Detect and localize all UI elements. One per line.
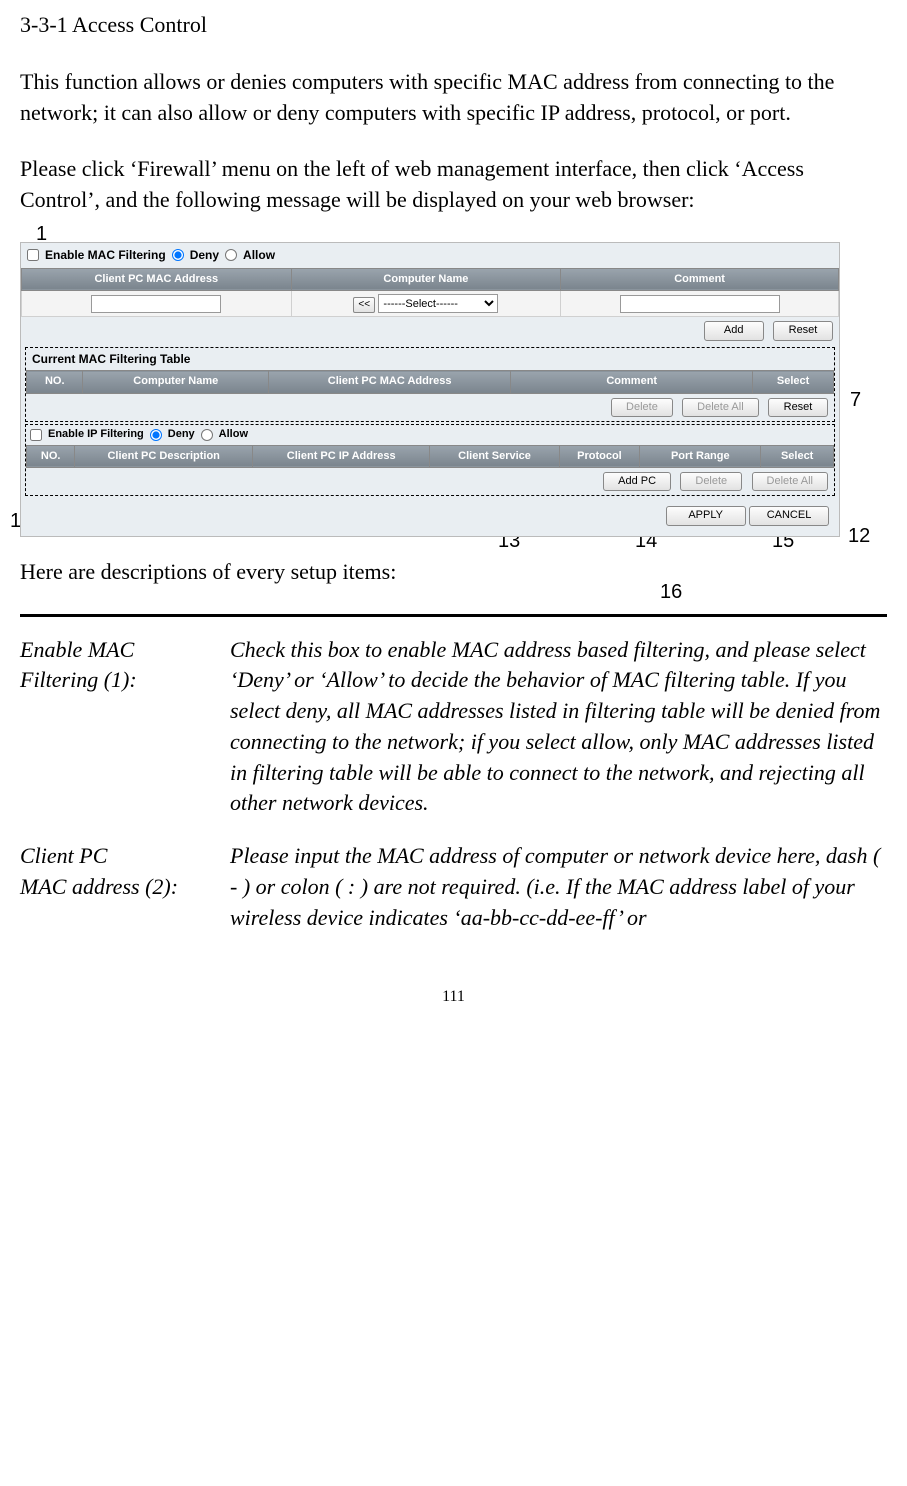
mac-delete-button[interactable]: Delete	[611, 398, 673, 417]
th-ip-desc: Client PC Description	[75, 445, 253, 467]
th-comment: Comment	[561, 268, 839, 290]
ip-allow-label: Allow	[219, 427, 248, 442]
ip-deny-label: Deny	[168, 427, 195, 442]
computer-name-select[interactable]: ------Select------	[378, 294, 498, 313]
intro-paragraph-1: This function allows or denies computers…	[20, 67, 887, 129]
term-1-line-1: Enable MAC	[20, 637, 134, 662]
term-2-line-2: MAC address (2):	[20, 874, 178, 899]
mac-entry-buttons: Add Reset	[21, 317, 839, 344]
th-ip-service: Client Service	[430, 445, 559, 467]
callout-7: 7	[850, 386, 861, 414]
th-ip-protocol: Protocol	[559, 445, 640, 467]
th-ip-addr: Client PC IP Address	[252, 445, 430, 467]
callout-16: 16	[660, 578, 682, 606]
th-comment2: Comment	[511, 371, 753, 393]
copy-name-button[interactable]: <<	[353, 297, 375, 313]
mac-filtering-table-panel: Current MAC Filtering Table NO. Computer…	[25, 347, 835, 423]
term-client-pc-mac: Client PC MAC address (2):	[20, 841, 230, 955]
th-client-mac: Client PC MAC Address	[22, 268, 292, 290]
mac-table-reset-button[interactable]: Reset	[768, 398, 828, 417]
page-number: 111	[20, 986, 887, 1008]
callout-12: 12	[848, 522, 870, 550]
ip-deny-radio[interactable]	[150, 429, 162, 441]
router-ui-screenshot: Enable MAC Filtering Deny Allow Client P…	[20, 242, 840, 537]
enable-ip-filtering-checkbox[interactable]	[30, 429, 42, 441]
client-mac-input[interactable]	[91, 295, 221, 313]
mac-filtering-header: Enable MAC Filtering Deny Allow	[21, 243, 839, 268]
ip-add-pc-button[interactable]: Add PC	[603, 472, 671, 491]
mac-allow-radio[interactable]	[225, 249, 237, 261]
mac-deny-label: Deny	[190, 247, 219, 264]
th-mac2: Client PC MAC Address	[269, 371, 511, 393]
mac-allow-label: Allow	[243, 247, 275, 264]
th-name2: Computer Name	[83, 371, 269, 393]
apply-cancel-row: APPLY CANCEL	[21, 498, 839, 535]
comment-input[interactable]	[620, 295, 780, 313]
ip-delete-button[interactable]: Delete	[680, 472, 742, 491]
ip-allow-radio[interactable]	[201, 429, 213, 441]
enable-mac-filtering-label: Enable MAC Filtering	[45, 247, 166, 264]
enable-mac-filtering-checkbox[interactable]	[27, 249, 39, 261]
term-enable-mac: Enable MAC Filtering (1):	[20, 635, 230, 842]
enable-ip-filtering-label: Enable IP Filtering	[48, 427, 144, 442]
cancel-button[interactable]: CANCEL	[749, 506, 829, 525]
desc-client-pc-mac: Please input the MAC address of computer…	[230, 841, 887, 955]
ip-filtering-panel: Enable IP Filtering Deny Allow NO. Clien…	[25, 424, 835, 496]
term-1-line-2: Filtering (1):	[20, 667, 137, 692]
section-heading: 3-3-1 Access Control	[20, 10, 887, 41]
ip-table-buttons: Add PC Delete Delete All	[26, 468, 834, 495]
th-ip-no: NO.	[27, 445, 75, 467]
ip-delete-all-button[interactable]: Delete All	[752, 472, 828, 491]
screenshot-figure: 1 2 3 4 5 6 7 8 9 10 11 12 13 14 15 16 E…	[20, 242, 887, 537]
mac-table-buttons: Delete Delete All Reset	[26, 394, 834, 421]
desc-enable-mac: Check this box to enable MAC address bas…	[230, 635, 887, 842]
divider	[20, 614, 887, 617]
mac-delete-all-button[interactable]: Delete All	[682, 398, 758, 417]
ip-filtering-header: Enable IP Filtering Deny Allow	[26, 425, 834, 444]
term-2-line-1: Client PC	[20, 843, 107, 868]
th-ip-port: Port Range	[640, 445, 761, 467]
mac-entry-table: Client PC MAC Address Computer Name Comm…	[21, 268, 839, 317]
definitions-table: Enable MAC Filtering (1): Check this box…	[20, 635, 887, 956]
th-computer-name: Computer Name	[291, 268, 561, 290]
th-no: NO.	[27, 371, 83, 393]
th-ip-select: Select	[761, 445, 834, 467]
apply-button[interactable]: APPLY	[666, 506, 746, 525]
after-image-text: Here are descriptions of every setup ite…	[20, 557, 887, 588]
mac-filtering-table: NO. Computer Name Client PC MAC Address …	[26, 370, 834, 393]
mac-add-button[interactable]: Add	[704, 321, 764, 340]
intro-paragraph-2: Please click ‘Firewall’ menu on the left…	[20, 154, 887, 216]
th-select: Select	[753, 371, 834, 393]
ip-filtering-table: NO. Client PC Description Client PC IP A…	[26, 445, 834, 468]
mac-reset-button[interactable]: Reset	[773, 321, 833, 340]
mac-filtering-table-title: Current MAC Filtering Table	[26, 348, 834, 371]
mac-deny-radio[interactable]	[172, 249, 184, 261]
